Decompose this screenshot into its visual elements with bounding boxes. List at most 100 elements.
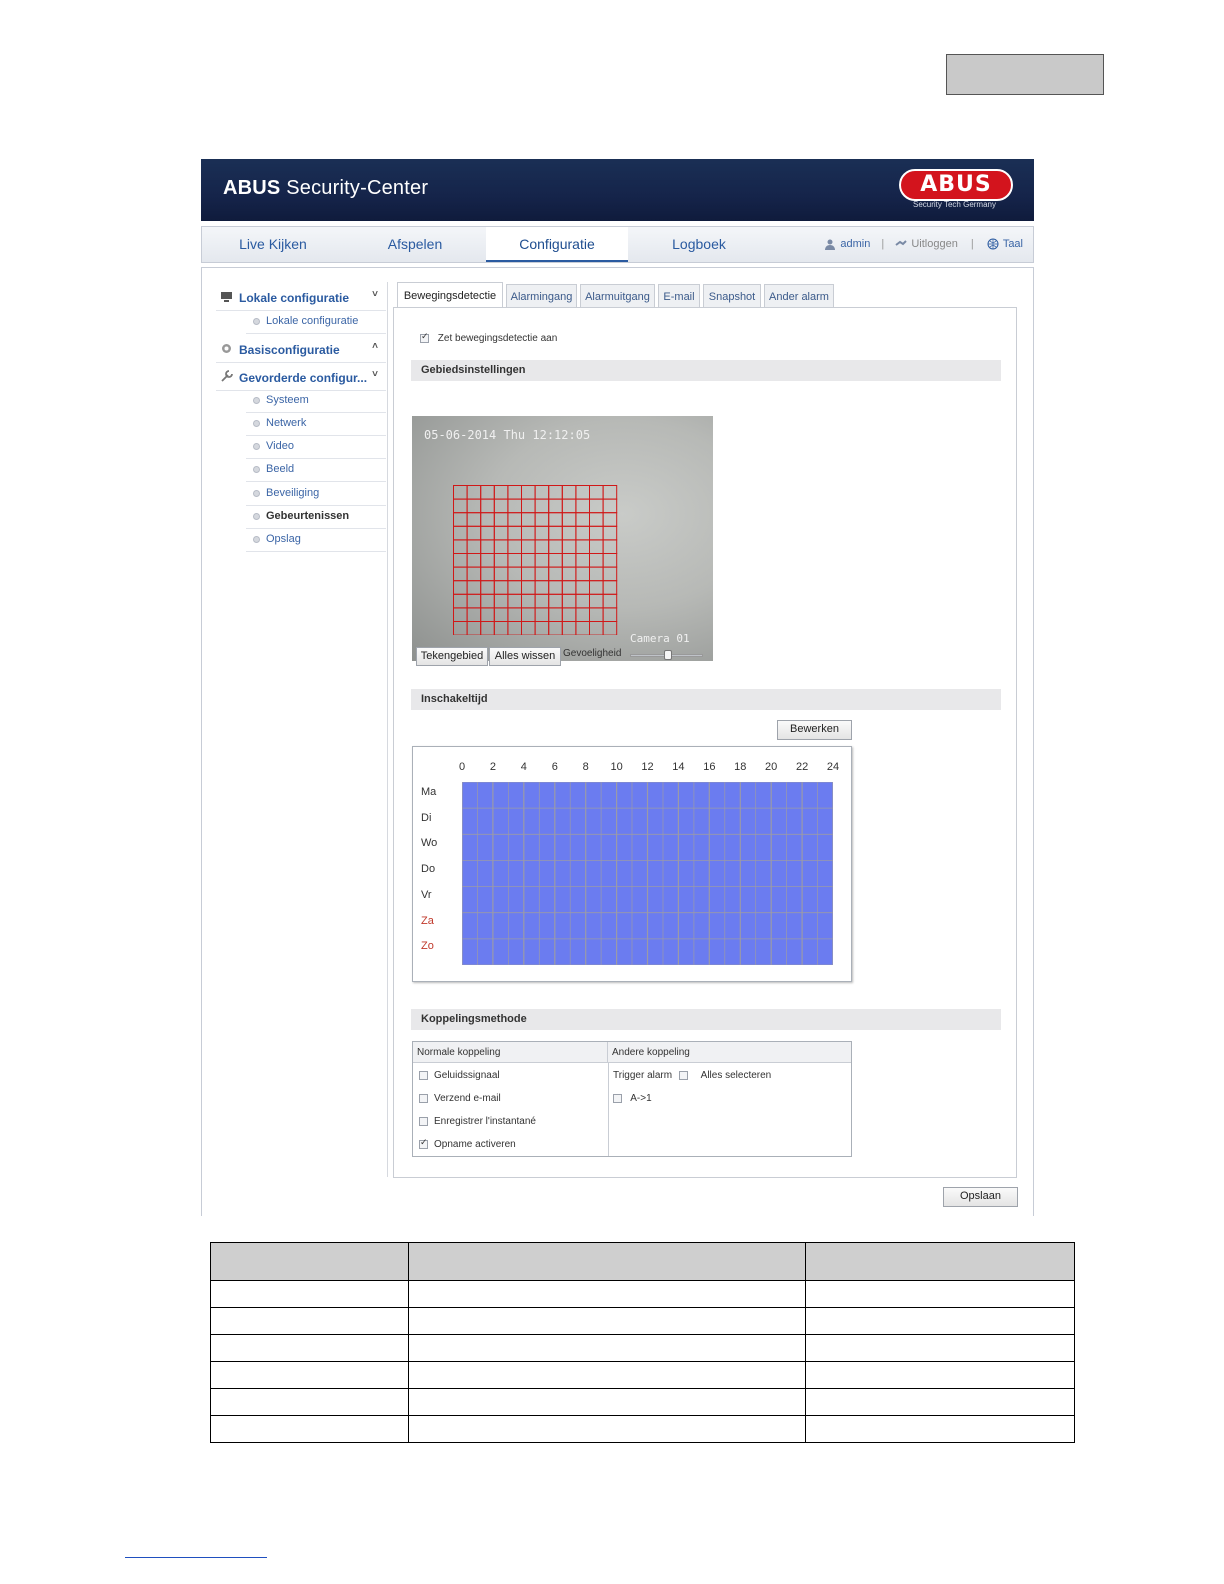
- motion-cell[interactable]: [480, 621, 495, 636]
- motion-cell[interactable]: [521, 525, 536, 541]
- sidebar-item-beeld[interactable]: Beeld: [246, 459, 386, 482]
- sidebar-item-netwerk[interactable]: Netwerk: [246, 413, 386, 436]
- motion-cell[interactable]: [548, 512, 563, 527]
- motion-cell[interactable]: [534, 498, 550, 514]
- motion-cell[interactable]: [575, 525, 591, 541]
- motion-cell[interactable]: [548, 580, 563, 595]
- motion-cell[interactable]: [507, 512, 523, 527]
- motion-cell[interactable]: [521, 566, 536, 582]
- motion-cell[interactable]: [480, 512, 495, 527]
- sidebar-item-gebeurtenissen[interactable]: Gebeurtenissen: [246, 506, 386, 529]
- motion-cell[interactable]: [548, 553, 563, 568]
- motion-cell[interactable]: [507, 485, 523, 500]
- motion-cell[interactable]: [534, 485, 550, 500]
- motion-cell[interactable]: [480, 593, 495, 609]
- tab-configuratie[interactable]: Configuratie: [486, 227, 628, 262]
- motion-cell[interactable]: [480, 580, 495, 595]
- motion-cell[interactable]: [493, 607, 509, 623]
- motion-cell[interactable]: [602, 485, 618, 500]
- motion-cell[interactable]: [561, 621, 577, 636]
- motion-cell[interactable]: [480, 607, 495, 623]
- logout-link[interactable]: Uitloggen: [911, 238, 957, 250]
- motion-cell[interactable]: [480, 566, 495, 582]
- motion-cell[interactable]: [534, 580, 550, 595]
- motion-cell[interactable]: [534, 621, 550, 636]
- draw-area-button[interactable]: Tekengebied: [416, 647, 488, 666]
- motion-cell[interactable]: [575, 553, 591, 568]
- motion-cell[interactable]: [575, 593, 591, 609]
- motion-cell[interactable]: [534, 607, 550, 623]
- motion-cell[interactable]: [521, 539, 536, 555]
- motion-cell[interactable]: [493, 498, 509, 514]
- motion-cell[interactable]: [534, 525, 550, 541]
- motion-cell[interactable]: [575, 607, 591, 623]
- motion-cell[interactable]: [589, 553, 604, 568]
- motion-cell[interactable]: [548, 539, 563, 555]
- motion-cell[interactable]: [589, 485, 604, 500]
- sidebar-section-local-config[interactable]: Lokale configuratie ˅: [216, 286, 386, 311]
- sidebar-item-beveiliging[interactable]: Beveiliging: [246, 483, 386, 506]
- motion-cell[interactable]: [589, 607, 604, 623]
- motion-cell[interactable]: [602, 580, 618, 595]
- motion-cell[interactable]: [534, 539, 550, 555]
- motion-cell[interactable]: [602, 539, 618, 555]
- linkage-option-checkbox[interactable]: [419, 1093, 428, 1103]
- sidebar-item-video[interactable]: Video: [246, 436, 386, 459]
- tab-snapshot[interactable]: Snapshot: [703, 284, 761, 308]
- motion-cell[interactable]: [493, 485, 509, 500]
- motion-cell[interactable]: [589, 580, 604, 595]
- camera-preview[interactable]: 05-06-2014 Thu 12:12:05 Camera 01: [412, 416, 713, 661]
- motion-cell[interactable]: [575, 498, 591, 514]
- tab-ander-alarm[interactable]: Ander alarm: [764, 284, 834, 308]
- motion-cell[interactable]: [602, 566, 618, 582]
- sensitivity-slider[interactable]: [630, 650, 703, 660]
- tab-alarmingang[interactable]: Alarmingang: [506, 284, 577, 308]
- motion-cell[interactable]: [453, 512, 468, 527]
- motion-cell[interactable]: [466, 566, 482, 582]
- motion-cell[interactable]: [466, 512, 482, 527]
- motion-cell[interactable]: [548, 566, 563, 582]
- motion-cell[interactable]: [480, 498, 495, 514]
- motion-cell[interactable]: [602, 498, 618, 514]
- motion-cell[interactable]: [507, 553, 523, 568]
- motion-cell[interactable]: [602, 525, 618, 541]
- motion-cell[interactable]: [453, 553, 468, 568]
- motion-cell[interactable]: [602, 553, 618, 568]
- motion-cell[interactable]: [453, 566, 468, 582]
- motion-cell[interactable]: [548, 485, 563, 500]
- clear-all-button[interactable]: Alles wissen: [489, 647, 561, 666]
- motion-cell[interactable]: [453, 621, 468, 636]
- motion-cell[interactable]: [507, 566, 523, 582]
- tab-bewegingsdetectie[interactable]: Bewegingsdetectie: [397, 282, 503, 309]
- motion-cell[interactable]: [548, 525, 563, 541]
- linkage-option-checkbox[interactable]: [419, 1138, 428, 1149]
- motion-cell[interactable]: [534, 593, 550, 609]
- motion-cell[interactable]: [521, 485, 536, 500]
- motion-cell[interactable]: [561, 498, 577, 514]
- motion-cell[interactable]: [493, 593, 509, 609]
- motion-cell[interactable]: [507, 539, 523, 555]
- motion-cell[interactable]: [548, 607, 563, 623]
- motion-cell[interactable]: [453, 485, 468, 500]
- motion-cell[interactable]: [561, 539, 577, 555]
- motion-area-grid[interactable]: [453, 485, 618, 635]
- sidebar-section-advanced-config[interactable]: Gevorderde configur... ˅: [216, 366, 386, 391]
- motion-cell[interactable]: [466, 539, 482, 555]
- motion-cell[interactable]: [480, 525, 495, 541]
- motion-cell[interactable]: [453, 539, 468, 555]
- motion-cell[interactable]: [453, 593, 468, 609]
- motion-cell[interactable]: [521, 512, 536, 527]
- motion-cell[interactable]: [575, 485, 591, 500]
- motion-cell[interactable]: [453, 498, 468, 514]
- motion-cell[interactable]: [466, 525, 482, 541]
- sensitivity-slider-handle[interactable]: [663, 650, 672, 660]
- motion-cell[interactable]: [602, 621, 618, 636]
- motion-cell[interactable]: [507, 580, 523, 595]
- motion-cell[interactable]: [521, 580, 536, 595]
- motion-cell[interactable]: [575, 580, 591, 595]
- motion-cell[interactable]: [589, 512, 604, 527]
- motion-cell[interactable]: [480, 485, 495, 500]
- sidebar-item-local-config[interactable]: Lokale configuratie: [246, 311, 386, 334]
- motion-cell[interactable]: [602, 512, 618, 527]
- motion-cell[interactable]: [561, 566, 577, 582]
